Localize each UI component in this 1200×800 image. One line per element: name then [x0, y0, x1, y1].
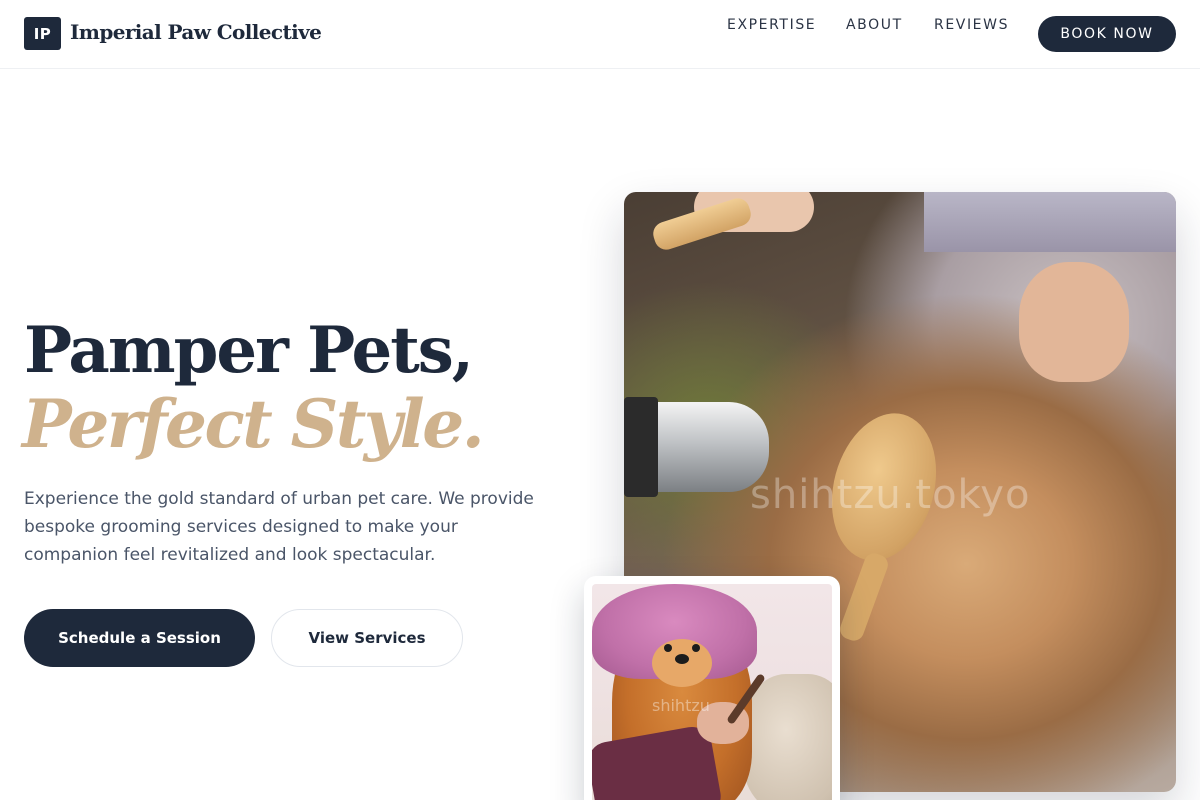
photo-hair-dryer-rim: [624, 397, 658, 497]
nav-link-expertise[interactable]: EXPERTISE: [727, 17, 816, 33]
view-services-button[interactable]: View Services: [271, 609, 463, 667]
photo-watermark: shihtzu.tokyo: [750, 472, 1031, 518]
inset-dog-eye-right: [692, 644, 700, 652]
logo-mark[interactable]: IP: [24, 17, 61, 50]
schedule-session-button[interactable]: Schedule a Session: [24, 609, 255, 667]
photo-brush-handle: [837, 550, 891, 644]
inset-dog-nose: [675, 654, 689, 664]
hero-headline-line1: Pamper Pets,: [24, 313, 474, 388]
nav-link-reviews[interactable]: REVIEWS: [934, 17, 1009, 33]
inset-dog-photo: shihtzu: [592, 584, 832, 800]
site-header: IP Imperial Paw Collective EXPERTISE ABO…: [0, 0, 1200, 69]
inset-watermark: shihtzu: [652, 696, 710, 715]
book-now-button[interactable]: BOOK NOW: [1038, 16, 1176, 52]
inset-dog-eye-left: [664, 644, 672, 652]
inset-photo-card: shihtzu: [584, 576, 840, 800]
nav-link-about[interactable]: ABOUT: [846, 17, 903, 33]
inset-cushion: [742, 674, 832, 800]
photo-hand-right: [1019, 262, 1129, 382]
brand-name[interactable]: Imperial Paw Collective: [70, 20, 322, 44]
photo-sleeve: [924, 192, 1176, 252]
hero-description: Experience the gold standard of urban pe…: [24, 489, 534, 565]
hero-headline-line2: Perfect Style.: [22, 385, 485, 463]
